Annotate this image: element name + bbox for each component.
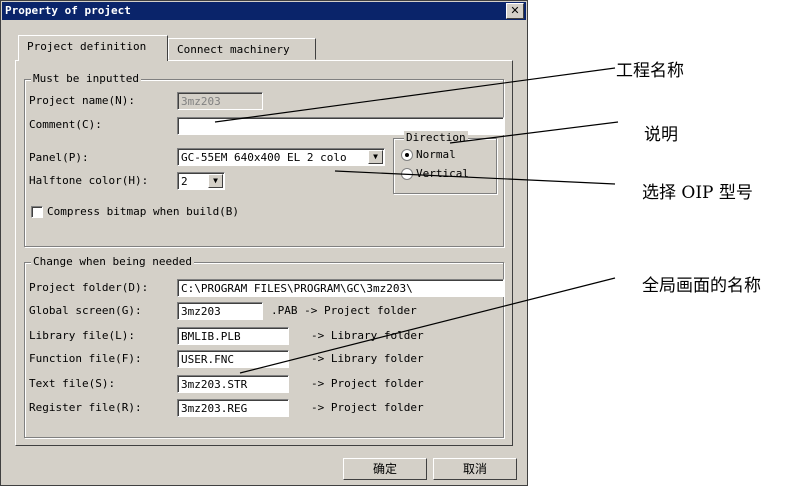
- annotation-global-screen: 全局画面的名称: [642, 276, 761, 296]
- tab-project-definition[interactable]: Project definition: [18, 35, 168, 61]
- callout-line-project-name: [214, 67, 616, 123]
- annotation-oip-model: 选择 OIP 型号: [642, 183, 753, 203]
- callout-line-global-screen: [239, 277, 616, 374]
- callout-line-comment: [449, 121, 619, 144]
- callout-lines: [214, 67, 619, 374]
- callout-line-oip: [334, 170, 616, 185]
- annotation-project-name: 工程名称: [616, 61, 684, 81]
- annotation-comment: 说明: [644, 125, 678, 145]
